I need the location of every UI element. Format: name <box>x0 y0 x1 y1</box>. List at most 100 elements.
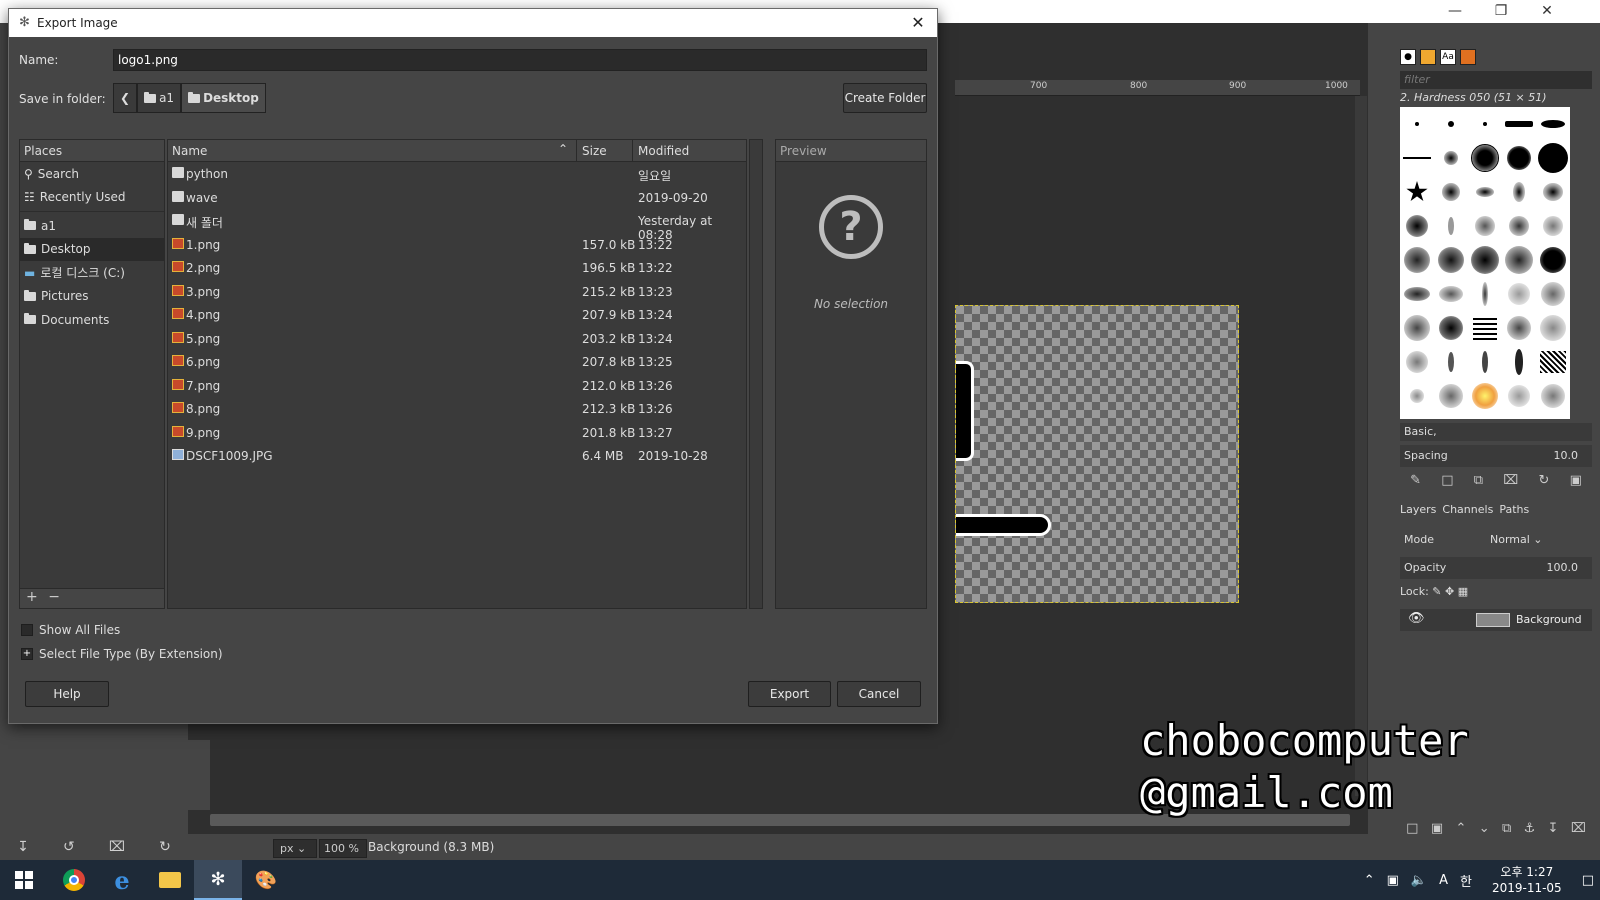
minimize-button[interactable]: — <box>1432 0 1478 23</box>
brush-swatch[interactable] <box>1448 352 1454 372</box>
merge-layer-icon[interactable]: ↧ <box>1548 821 1559 836</box>
reset-icon[interactable]: ↻ <box>159 839 171 855</box>
brush-swatch[interactable] <box>1541 384 1565 408</box>
brush-swatch[interactable] <box>1541 120 1565 128</box>
volume-icon[interactable]: 🔈 <box>1411 873 1427 888</box>
brush-swatch[interactable] <box>1415 122 1419 126</box>
brush-swatch[interactable] <box>1406 215 1428 237</box>
file-row[interactable]: 2.png 196.5 kB 13:22 <box>168 256 746 280</box>
zoom-select[interactable]: 100 % <box>319 839 367 858</box>
brush-swatch[interactable] <box>1541 282 1565 306</box>
path-segment-desktop[interactable]: Desktop <box>181 83 266 113</box>
brush-swatch[interactable] <box>1482 351 1488 373</box>
ime-language[interactable]: 한 <box>1460 871 1472 890</box>
column-name[interactable]: Name <box>172 144 207 158</box>
show-all-files-checkbox[interactable] <box>21 624 33 636</box>
restore-button[interactable]: ❐ <box>1478 0 1524 23</box>
file-row[interactable]: 9.png 201.8 kB 13:27 <box>168 421 746 445</box>
column-divider[interactable] <box>576 140 577 162</box>
brush-swatch[interactable] <box>1476 187 1494 197</box>
place-a1[interactable]: a1 <box>20 214 164 238</box>
brush-swatch[interactable] <box>1448 121 1454 127</box>
brush-swatch[interactable] <box>1406 181 1428 202</box>
duplicate-brush-icon[interactable]: ⧉ <box>1474 473 1483 488</box>
brush-swatch[interactable] <box>1509 216 1529 236</box>
layer-row[interactable]: 👁 Background <box>1400 609 1592 631</box>
brush-swatch[interactable] <box>1439 286 1463 302</box>
column-size[interactable]: Size <box>582 144 607 158</box>
select-file-type-row[interactable]: + Select File Type (By Extension) <box>21 647 223 661</box>
taskbar-file-explorer[interactable] <box>146 860 194 900</box>
sort-ascending-icon[interactable]: ⌃ <box>558 142 568 156</box>
open-brush-icon[interactable]: ▣ <box>1570 473 1582 488</box>
show-all-files-row[interactable]: Show All Files <box>21 623 120 637</box>
brush-swatch[interactable] <box>1404 247 1430 273</box>
brush-swatch[interactable] <box>1444 151 1458 165</box>
opacity-slider[interactable]: Opacity 100.0 <box>1400 557 1592 579</box>
column-divider[interactable] <box>632 140 633 162</box>
file-list-scrollbar[interactable] <box>749 139 763 609</box>
taskbar-paint[interactable]: 🎨 <box>242 860 290 900</box>
brushes-tab-icon[interactable]: ● <box>1400 49 1416 65</box>
brush-swatch[interactable] <box>1471 144 1499 172</box>
place-recently-used[interactable]: ☷ Recently Used <box>20 186 164 210</box>
lock-pixels-icon[interactable]: ✎ <box>1432 585 1441 598</box>
create-folder-button[interactable]: Create Folder <box>843 83 927 113</box>
horizontal-ruler[interactable]: 700 800 900 1000 <box>955 80 1360 96</box>
brush-swatch[interactable] <box>1439 316 1463 340</box>
brush-swatch[interactable] <box>1482 282 1488 306</box>
mode-select[interactable]: Normal ⌄ <box>1490 533 1543 546</box>
network-icon[interactable]: ▣ <box>1387 873 1399 888</box>
new-brush-icon[interactable]: □ <box>1441 473 1453 488</box>
brush-swatch[interactable] <box>1404 287 1430 301</box>
ime-mode[interactable]: A <box>1439 873 1448 888</box>
canvas-vertical-scrollbar[interactable] <box>1355 96 1367 796</box>
clock[interactable]: 오후 1:27 2019-11-05 <box>1492 864 1562 896</box>
place-documents[interactable]: Documents <box>20 308 164 332</box>
remove-bookmark-icon[interactable]: − <box>48 589 60 605</box>
brush-swatch[interactable] <box>1403 157 1431 159</box>
lock-alpha-icon[interactable]: ▦ <box>1458 585 1468 598</box>
brush-swatch[interactable] <box>1442 183 1460 201</box>
image-layer-preview[interactable] <box>955 305 1239 603</box>
place-pictures[interactable]: Pictures <box>20 285 164 309</box>
notifications-icon[interactable]: □ <box>1582 873 1594 888</box>
vertical-ruler[interactable] <box>188 740 210 810</box>
taskbar-chrome[interactable] <box>50 860 98 900</box>
place-local-disk[interactable]: ▬ 로컬 디스크 (C:) <box>20 261 164 285</box>
brush-swatch[interactable] <box>1475 216 1495 236</box>
delete-icon[interactable]: ⌧ <box>109 839 125 855</box>
file-row[interactable]: 5.png 203.2 kB 13:24 <box>168 327 746 351</box>
brush-swatch[interactable] <box>1473 316 1497 340</box>
file-row[interactable]: DSCF1009.JPG 6.4 MB 2019-10-28 <box>168 444 746 468</box>
brush-swatch[interactable] <box>1505 121 1533 127</box>
tab-channels[interactable]: Channels <box>1442 503 1493 516</box>
brush-swatch[interactable] <box>1439 384 1463 408</box>
lock-position-icon[interactable]: ✥ <box>1445 585 1454 598</box>
file-row[interactable]: 새 폴더 Yesterday at 08:28 <box>168 209 746 242</box>
taskbar-edge[interactable]: e <box>98 860 146 900</box>
place-search[interactable]: ⚲ Search <box>20 162 164 186</box>
brush-swatch[interactable] <box>1448 217 1454 235</box>
export-button[interactable]: Export <box>748 681 831 707</box>
brush-swatch[interactable] <box>1507 146 1531 170</box>
brush-swatch[interactable] <box>1508 385 1530 407</box>
brush-swatch[interactable] <box>1406 351 1428 373</box>
brush-swatch[interactable] <box>1513 182 1525 202</box>
window-close-button[interactable]: ✕ <box>1524 0 1570 23</box>
spacing-slider[interactable]: Spacing 10.0 <box>1400 445 1592 467</box>
taskbar-gimp[interactable]: ✻ <box>194 860 242 900</box>
brush-swatch[interactable] <box>1472 383 1498 409</box>
document-history-tab-icon[interactable] <box>1460 49 1476 65</box>
unit-select[interactable]: px ⌄ <box>273 839 317 858</box>
expand-plus-icon[interactable]: + <box>21 648 33 660</box>
help-button[interactable]: Help <box>25 681 109 707</box>
file-row[interactable]: wave 2019-09-20 <box>168 186 746 210</box>
column-modified[interactable]: Modified <box>638 144 689 158</box>
filename-input[interactable] <box>113 49 927 71</box>
edit-brush-icon[interactable]: ✎ <box>1410 473 1421 488</box>
visibility-eye-icon[interactable]: 👁 <box>1408 611 1425 626</box>
brush-swatch[interactable] <box>1538 143 1568 173</box>
save-tool-preset-icon[interactable]: ↧ <box>17 839 29 855</box>
patterns-tab-icon[interactable] <box>1420 49 1436 65</box>
